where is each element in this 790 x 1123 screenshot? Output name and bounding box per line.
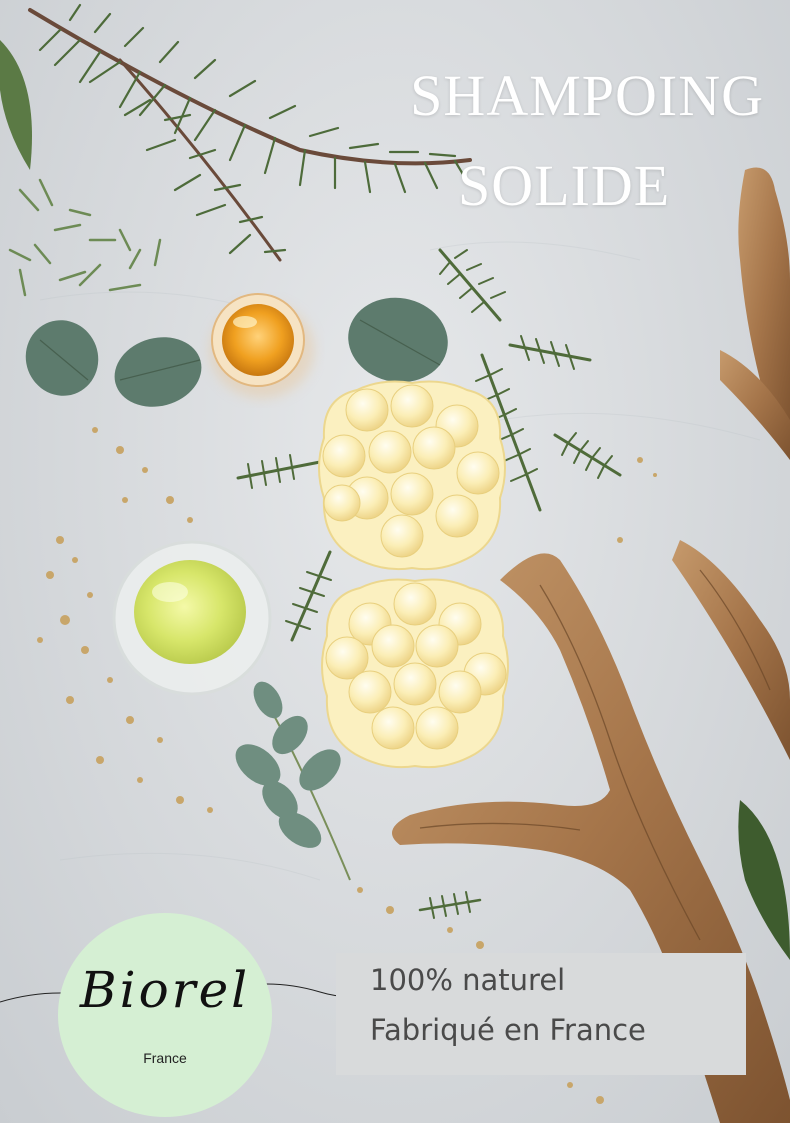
bay-leaf: [0, 40, 32, 170]
brand-name: Biorel: [79, 961, 251, 1019]
brand-subtitle: France: [143, 1050, 187, 1066]
badge-line-made-in-france: Fabriqué en France: [370, 1013, 646, 1047]
scattered-needles: [8, 178, 162, 297]
cedar-branch: [28, 3, 472, 262]
title-line-2: SOLIDE: [458, 153, 671, 218]
bay-leaf: [738, 800, 790, 960]
shampoo-bar: [321, 578, 509, 769]
info-badge: 100% naturel Fabriqué en France: [336, 953, 746, 1075]
small-sprig: [418, 891, 482, 919]
honey-jar: [210, 293, 314, 398]
title-line-1: SHAMPOING: [410, 63, 764, 128]
oil-dish: [112, 540, 272, 696]
shampoo-bar: [318, 380, 506, 571]
badge-line-natural: 100% naturel: [370, 963, 566, 997]
poster: SHAMPOING SOLIDE Biorel France 100% natu…: [0, 0, 790, 1123]
brand-logo: Biorel France: [58, 913, 272, 1117]
